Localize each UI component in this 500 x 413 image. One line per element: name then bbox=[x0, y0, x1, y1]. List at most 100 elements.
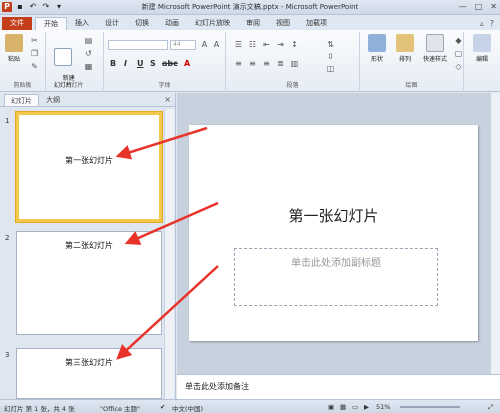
ribbon: 粘贴 ✂ ❐ ✎ 剪贴板 新建 幻灯片 ▤ ↺ ▦ 幻灯片 44 A A B I… bbox=[0, 30, 500, 92]
drawing-group-label: 绘图 bbox=[405, 82, 418, 89]
slides-panel: 幻灯片 大纲 × 1 第一张幻灯片 2 第二张幻灯片 3 第三张幻灯片 bbox=[0, 93, 176, 399]
section-icon[interactable]: ▦ bbox=[84, 62, 93, 71]
shadow-button[interactable]: S bbox=[150, 59, 156, 68]
arrange-label: 排列 bbox=[398, 56, 411, 63]
slide-sorter-icon[interactable]: ▦ bbox=[340, 403, 346, 411]
shapes-icon bbox=[368, 34, 386, 52]
font-name-combo[interactable] bbox=[108, 40, 168, 50]
font-size-value: 44 bbox=[173, 41, 181, 48]
notes-placeholder: 单击此处添加备注 bbox=[185, 382, 249, 391]
italic-button[interactable]: I bbox=[124, 59, 127, 68]
line-spacing-icon[interactable]: ↕ bbox=[290, 40, 299, 49]
current-slide[interactable]: 第一张幻灯片 单击此处添加副标题 bbox=[189, 125, 478, 341]
increase-indent-icon[interactable]: ⇥ bbox=[276, 40, 285, 49]
thumbnail-number: 3 bbox=[5, 351, 10, 359]
panel-close-button[interactable]: × bbox=[164, 95, 171, 104]
reading-view-icon[interactable]: ▭ bbox=[352, 403, 358, 411]
minimize-button[interactable]: — bbox=[459, 2, 467, 11]
spellcheck-icon[interactable]: ✔ bbox=[160, 403, 165, 411]
collapse-ribbon-icon[interactable]: ▵ bbox=[480, 19, 484, 28]
paste-button[interactable]: 粘贴 bbox=[3, 34, 25, 63]
columns-icon[interactable]: ▥ bbox=[290, 59, 299, 68]
tab-design[interactable]: 设计 bbox=[97, 17, 127, 30]
zoom-slider[interactable] bbox=[400, 406, 460, 408]
reset-icon[interactable]: ↺ bbox=[84, 49, 93, 58]
quick-styles-label: 快速样式 bbox=[422, 56, 447, 63]
grow-font-icon[interactable]: A bbox=[200, 40, 209, 49]
tab-file[interactable]: 文件 bbox=[2, 17, 32, 30]
zoom-level[interactable]: 51% bbox=[376, 403, 390, 411]
quick-styles-button[interactable]: 快速样式 bbox=[418, 34, 452, 63]
format-painter-icon[interactable]: ✎ bbox=[30, 62, 39, 71]
tab-slides[interactable]: 幻灯片 bbox=[4, 94, 39, 106]
cut-icon[interactable]: ✂ bbox=[30, 36, 39, 45]
drawing-group: 形状 排列 快速样式 ◆ ▢ ◇ 绘图 bbox=[360, 32, 464, 90]
find-icon bbox=[473, 34, 491, 52]
tab-slideshow[interactable]: 幻灯片放映 bbox=[187, 17, 238, 30]
align-text-icon[interactable]: ⇳ bbox=[326, 52, 335, 61]
slide-count-status: 幻灯片 第 1 张，共 4 张 bbox=[4, 405, 75, 413]
layout-icon[interactable]: ▤ bbox=[84, 36, 93, 45]
align-left-icon[interactable]: ≡ bbox=[234, 59, 243, 68]
slide-title[interactable]: 第一张幻灯片 bbox=[189, 205, 478, 226]
bullets-icon[interactable]: ☰ bbox=[234, 40, 243, 49]
shape-outline-icon[interactable]: ▢ bbox=[454, 49, 463, 58]
thumbnail-title: 第二张幻灯片 bbox=[65, 241, 113, 250]
justify-icon[interactable]: ≣ bbox=[276, 59, 285, 68]
paragraph-group-label: 段落 bbox=[286, 82, 299, 89]
shrink-font-icon[interactable]: A bbox=[212, 40, 221, 49]
status-bar: 幻灯片 第 1 张，共 4 张 "Office 主题" ✔ 中文(中国) ▣ ▦… bbox=[0, 399, 500, 413]
shape-fill-icon[interactable]: ◆ bbox=[454, 36, 463, 45]
tab-animations[interactable]: 动画 bbox=[157, 17, 187, 30]
tab-addins[interactable]: 加载项 bbox=[298, 17, 335, 30]
fit-window-icon[interactable]: ⤢ bbox=[488, 403, 493, 412]
shapes-button[interactable]: 形状 bbox=[364, 34, 390, 63]
maximize-button[interactable]: □ bbox=[475, 2, 483, 11]
edit-button[interactable]: 编辑 bbox=[468, 34, 496, 63]
font-color-button[interactable]: A bbox=[184, 59, 190, 68]
font-group: 44 A A B I U S abc A 字体 bbox=[104, 32, 226, 90]
tab-outline[interactable]: 大纲 bbox=[40, 94, 66, 106]
paragraph-group: ☰ ☷ ⇤ ⇥ ↕ ≡ ≡ ≡ ≣ ▥ ⇅ ⇳ ◫ 段落 bbox=[226, 32, 360, 90]
help-icon[interactable]: ? bbox=[490, 19, 494, 28]
clipboard-group: 粘贴 ✂ ❐ ✎ 剪贴板 bbox=[0, 32, 46, 90]
clipboard-group-label: 剪贴板 bbox=[13, 82, 32, 89]
tab-transitions[interactable]: 切换 bbox=[127, 17, 157, 30]
thumbnail-title: 第三张幻灯片 bbox=[65, 358, 113, 367]
shape-effects-icon[interactable]: ◇ bbox=[454, 62, 463, 71]
text-direction-icon[interactable]: ⇅ bbox=[326, 40, 335, 49]
bold-button[interactable]: B bbox=[110, 59, 116, 68]
strikethrough-button[interactable]: abc bbox=[162, 59, 178, 68]
copy-icon[interactable]: ❐ bbox=[30, 49, 39, 58]
slide-thumbnail-1[interactable]: 第一张幻灯片 bbox=[16, 112, 162, 222]
tab-insert[interactable]: 插入 bbox=[67, 17, 97, 30]
slideshow-icon[interactable]: ▶ bbox=[364, 403, 369, 411]
smartart-icon[interactable]: ◫ bbox=[326, 64, 335, 73]
slide-thumbnail-3[interactable]: 第三张幻灯片 bbox=[16, 348, 162, 399]
panel-scrollbar[interactable] bbox=[164, 109, 174, 399]
arrange-button[interactable]: 排列 bbox=[392, 34, 418, 63]
decrease-indent-icon[interactable]: ⇤ bbox=[262, 40, 271, 49]
new-slide-icon bbox=[54, 48, 72, 66]
title-bar: P ▪ ↶ ↷ ▾ 新建 Microsoft PowerPoint 演示文稿.p… bbox=[0, 0, 500, 15]
theme-status[interactable]: "Office 主题" bbox=[100, 403, 140, 413]
font-size-combo[interactable]: 44 bbox=[170, 40, 196, 50]
quick-styles-icon bbox=[426, 34, 444, 52]
align-center-icon[interactable]: ≡ bbox=[248, 59, 257, 68]
tab-view[interactable]: 视图 bbox=[268, 17, 298, 30]
align-right-icon[interactable]: ≡ bbox=[262, 59, 271, 68]
underline-button[interactable]: U bbox=[137, 59, 144, 68]
editor-scrollbar[interactable] bbox=[490, 93, 500, 374]
numbering-icon[interactable]: ☷ bbox=[248, 40, 257, 49]
thumbnail-number: 2 bbox=[5, 234, 10, 242]
window-controls: — □ ✕ bbox=[459, 2, 497, 11]
normal-view-icon[interactable]: ▣ bbox=[328, 403, 334, 411]
notes-pane[interactable]: 单击此处添加备注 bbox=[177, 374, 500, 399]
slide-thumbnail-2[interactable]: 第二张幻灯片 bbox=[16, 231, 162, 335]
tab-review[interactable]: 审阅 bbox=[238, 17, 268, 30]
thumbnail-number: 1 bbox=[5, 117, 10, 125]
tab-home[interactable]: 开始 bbox=[35, 17, 67, 30]
language-status[interactable]: 中文(中国) bbox=[172, 403, 203, 413]
subtitle-placeholder-box[interactable]: 单击此处添加副标题 bbox=[234, 248, 438, 306]
close-button[interactable]: ✕ bbox=[490, 2, 497, 11]
